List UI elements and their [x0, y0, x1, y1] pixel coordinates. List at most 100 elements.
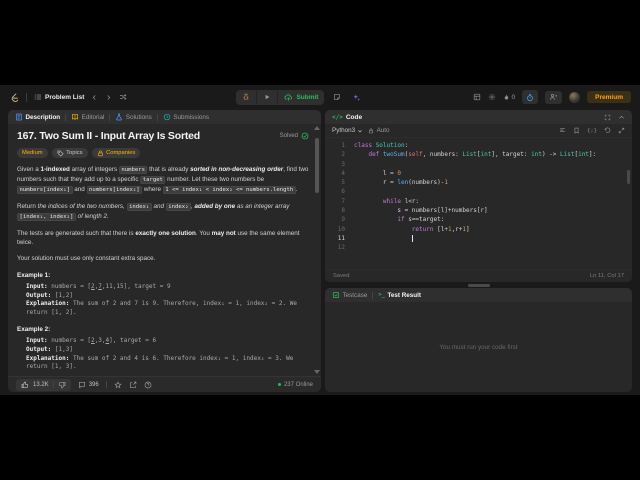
line-number: 7: [341, 197, 345, 205]
problem-text: The tests are generated such that there …: [17, 230, 300, 246]
line-number: 12: [337, 244, 345, 252]
online-dot: [277, 383, 281, 386]
topics-badge[interactable]: Topics: [51, 148, 88, 158]
code-line[interactable]: 2 def twoSum(self, numbers: List[int], t…: [331, 150, 632, 159]
layout-icon[interactable]: [473, 93, 481, 101]
code-line[interactable]: 3: [331, 160, 632, 169]
scroll-down-arrow[interactable]: [314, 370, 320, 374]
tab-editorial[interactable]: Editorial: [71, 113, 104, 121]
companies-badge[interactable]: Companies: [91, 148, 141, 158]
tab-description[interactable]: Description: [15, 113, 60, 121]
notes-icon[interactable]: [331, 91, 343, 103]
maximize-icon[interactable]: [604, 114, 611, 121]
debug-button[interactable]: [236, 90, 258, 104]
divider: [372, 291, 374, 299]
empty-result-message: You must run your code first: [439, 343, 518, 351]
vote-group: 13.2K: [16, 378, 71, 391]
example-row: Input: numbers = [2,7,11,15], target = 9: [26, 283, 171, 290]
tab-label: Testcase: [342, 291, 368, 299]
thumbs-up-icon[interactable]: [21, 381, 29, 389]
collapse-chevron-icon[interactable]: [618, 114, 625, 121]
code-editor[interactable]: 1 class Solution: 2 def twoSum(self, numbe…: [325, 138, 632, 269]
problem-list-button[interactable]: Problem List: [34, 93, 84, 101]
expand-editor-icon[interactable]: [618, 127, 625, 134]
bookmark-icon[interactable]: [573, 127, 580, 134]
description-scrollbar[interactable]: [314, 126, 320, 374]
timer-icon[interactable]: [522, 90, 539, 104]
user-avatar[interactable]: [569, 91, 581, 103]
next-problem-button[interactable]: [105, 94, 112, 101]
thumbs-down-icon[interactable]: [58, 381, 66, 389]
star-icon[interactable]: [114, 380, 122, 389]
example-row: Explanation: The sum of 2 and 7 is 9. Th…: [26, 300, 301, 316]
leetcode-logo-icon[interactable]: [9, 92, 19, 103]
editor-statusbar: Saved Ln 11, Col 17: [325, 269, 632, 282]
code-line[interactable]: 6: [331, 187, 632, 196]
problem-paragraphs: Given a 1-indexed array of integers numb…: [17, 165, 309, 263]
code-line[interactable]: 9 if s==target:: [331, 215, 632, 224]
line-number: 6: [341, 188, 345, 196]
problem-description: 167. Two Sum II - Input Array Is Sorted …: [8, 124, 321, 376]
daily-streak[interactable]: 0: [503, 93, 515, 102]
tab-label: Test Result: [387, 291, 421, 299]
terminal-icon: >_: [378, 292, 385, 298]
editor-scrollbar-thumb[interactable]: [627, 170, 630, 184]
tab-label: Description: [25, 113, 61, 121]
right-column: </> Code Python3 Auto {;} 1 class Soluti…: [325, 110, 632, 392]
navbar-left: Problem List: [9, 92, 127, 103]
line-number: 11: [337, 234, 345, 242]
solved-label: Solved: [279, 133, 298, 139]
code-line[interactable]: 8 s = numbers[l]+numbers[r]: [331, 206, 632, 215]
code-line[interactable]: 5 r = len(numbers)-1: [331, 178, 632, 187]
line-number: 1: [341, 142, 345, 149]
format-align-icon[interactable]: [559, 127, 566, 134]
auto-toggle[interactable]: Auto: [368, 127, 390, 134]
code-line[interactable]: 12: [331, 243, 632, 252]
submit-label: Submit: [296, 93, 319, 101]
problem-text: Given a 1-indexed array of integers numb…: [17, 166, 309, 194]
code-line[interactable]: 4 l = 0: [331, 169, 632, 178]
tab-submissions[interactable]: Submissions: [163, 113, 209, 121]
tab-test-result[interactable]: >_ Test Result: [378, 292, 421, 299]
solutions-flask-icon: [116, 113, 123, 121]
divider: [105, 381, 107, 388]
tab-testcase[interactable]: Testcase: [332, 291, 367, 299]
problem-text: Return the indices of the two numbers, i…: [17, 203, 290, 221]
settings-gear-icon[interactable]: [488, 93, 496, 101]
line-number: 2: [341, 151, 345, 159]
braces-icon[interactable]: {;}: [587, 128, 597, 134]
language-selector[interactable]: Python3: [332, 127, 363, 134]
testcase-check-icon: [332, 291, 340, 299]
code-line[interactable]: 10 return [l+1,r+1]: [331, 225, 632, 234]
ai-sparkles-icon[interactable]: [350, 91, 363, 104]
scroll-up-arrow[interactable]: [314, 126, 320, 130]
feedback-question-icon[interactable]: [144, 381, 152, 389]
code-line[interactable]: 7 while l<r:: [331, 197, 632, 206]
panel-resize-handle[interactable]: [467, 283, 490, 287]
random-problem-button[interactable]: [119, 93, 127, 101]
example-heading: Example 1:: [17, 272, 51, 279]
text-cursor: [411, 234, 413, 243]
example-heading: Example 2:: [17, 326, 51, 334]
share-icon[interactable]: [129, 381, 137, 389]
console-panel: Testcase >_ Test Result You must run you…: [325, 288, 632, 392]
description-tabstrip: Description Editorial Solutions Submissi…: [8, 110, 321, 124]
run-button[interactable]: [257, 90, 279, 104]
prev-problem-button[interactable]: [91, 94, 98, 101]
code-line[interactable]: 11: [331, 234, 632, 243]
comments-button[interactable]: 396: [78, 381, 99, 389]
example-row: Output: [1,3]: [26, 345, 73, 353]
description-icon: [16, 113, 22, 121]
chevron-down-icon: [358, 129, 362, 132]
example-row: Input: numbers = [2,3,4], target = 6: [26, 337, 157, 345]
comment-icon: [78, 381, 85, 388]
collaborate-user-plus-icon[interactable]: [545, 90, 563, 104]
code-line[interactable]: 1 class Solution:: [331, 141, 632, 150]
submit-button[interactable]: Submit: [278, 90, 324, 105]
premium-button[interactable]: Premium: [587, 91, 631, 103]
code-panel-title: </> Code: [332, 113, 363, 121]
scrollbar-thumb[interactable]: [315, 138, 319, 193]
reset-undo-icon[interactable]: [604, 127, 611, 134]
tab-solutions[interactable]: Solutions: [115, 113, 152, 121]
difficulty-badge[interactable]: Medium: [17, 148, 48, 158]
